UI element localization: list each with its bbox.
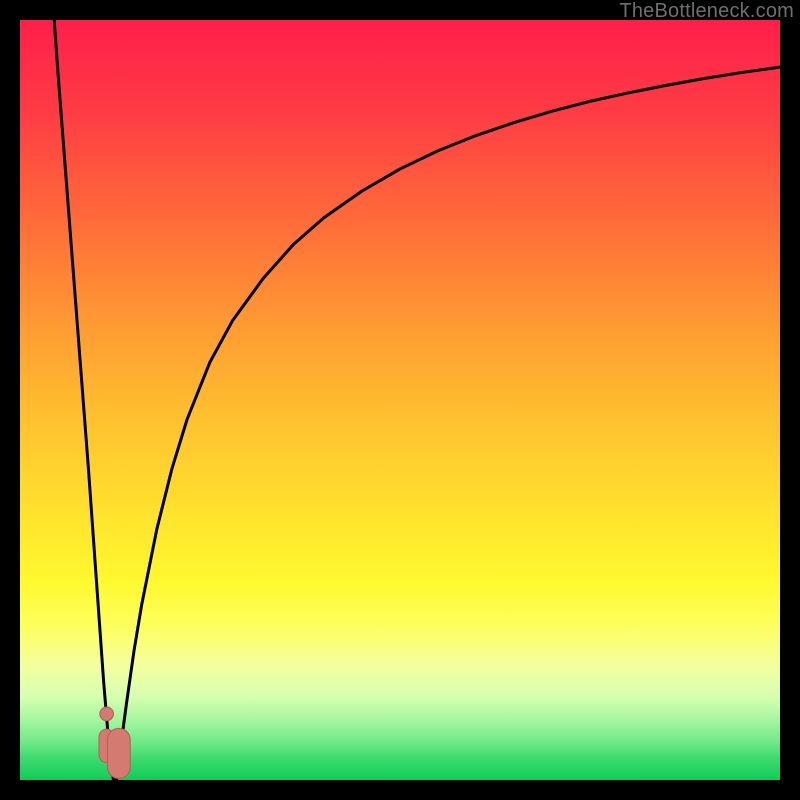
curve-right-branch — [117, 67, 780, 780]
chart-frame: TheBottleneck.com — [0, 0, 800, 800]
curve-left-branch — [54, 20, 113, 780]
plot-area — [20, 20, 780, 780]
chart-svg — [20, 20, 780, 780]
marker-right — [107, 728, 130, 778]
